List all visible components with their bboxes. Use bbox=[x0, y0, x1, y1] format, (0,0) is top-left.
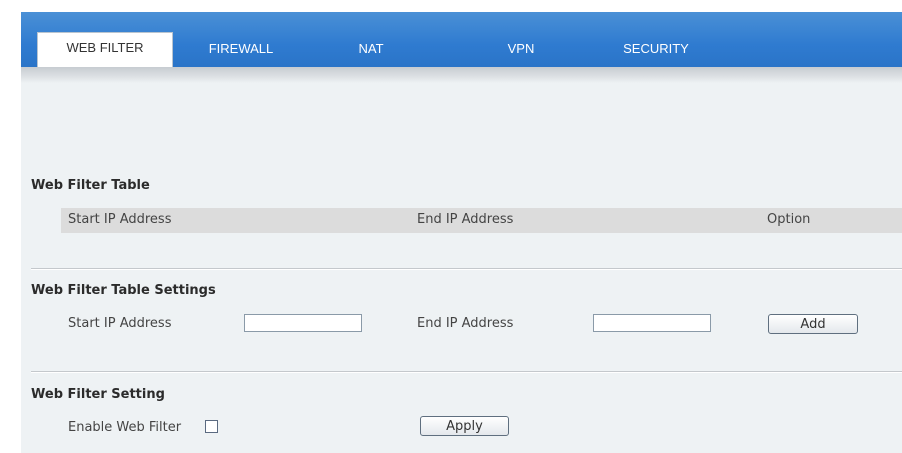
column-header-start-ip: Start IP Address bbox=[68, 212, 172, 227]
section-divider bbox=[31, 268, 902, 270]
table-settings-title: Web Filter Table Settings bbox=[31, 283, 216, 298]
table-header-row: Start IP Address End IP Address Option bbox=[61, 208, 902, 233]
enable-web-filter-checkbox[interactable] bbox=[205, 420, 218, 433]
column-header-end-ip: End IP Address bbox=[417, 212, 514, 227]
section-divider bbox=[31, 371, 902, 373]
end-ip-label: End IP Address bbox=[417, 316, 514, 331]
tab-security[interactable]: SECURITY bbox=[616, 38, 696, 60]
main-panel: WEB FILTER FIREWALL NAT VPN SECURITY Web… bbox=[21, 12, 902, 453]
start-ip-input[interactable] bbox=[244, 314, 362, 332]
tab-bar-shadow bbox=[21, 67, 902, 83]
add-button[interactable]: Add bbox=[768, 314, 858, 334]
tab-firewall[interactable]: FIREWALL bbox=[191, 38, 291, 60]
enable-web-filter-label: Enable Web Filter bbox=[68, 420, 182, 435]
tab-nat[interactable]: NAT bbox=[341, 38, 401, 60]
column-header-option: Option bbox=[767, 212, 811, 227]
apply-button[interactable]: Apply bbox=[420, 416, 509, 436]
tab-web-filter[interactable]: WEB FILTER bbox=[37, 32, 173, 68]
filter-setting-title: Web Filter Setting bbox=[31, 387, 165, 402]
web-filter-table-title: Web Filter Table bbox=[31, 178, 150, 193]
end-ip-input[interactable] bbox=[593, 314, 711, 332]
tab-vpn[interactable]: VPN bbox=[491, 38, 551, 60]
tab-bar: WEB FILTER FIREWALL NAT VPN SECURITY bbox=[21, 12, 902, 68]
start-ip-label: Start IP Address bbox=[68, 316, 172, 331]
